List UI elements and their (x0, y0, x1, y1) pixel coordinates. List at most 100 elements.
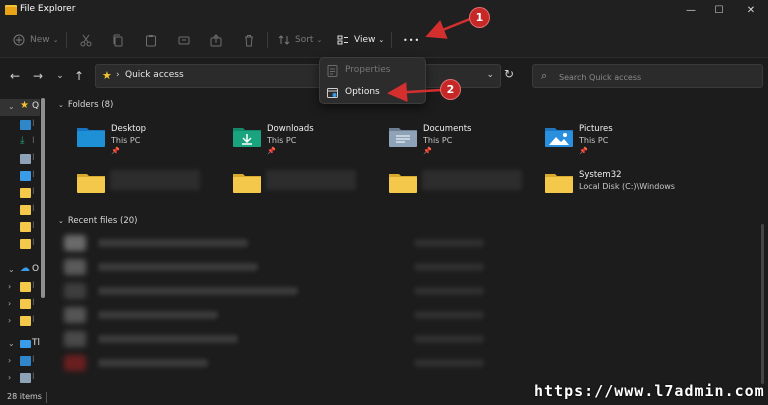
sidebar-item[interactable]: I (0, 151, 40, 168)
refresh-icon[interactable]: ↻ (504, 67, 514, 81)
file-icon (64, 355, 86, 371)
folder-tile-downloads[interactable]: Downloads This PC 📌 (232, 122, 382, 158)
redacted-location (414, 287, 484, 295)
folder-icon (20, 239, 31, 249)
list-item[interactable] (64, 330, 754, 348)
sidebar-item-label: I (32, 238, 35, 248)
desktop-icon (20, 356, 31, 366)
maximize-button[interactable]: ☐ (706, 2, 732, 19)
folder-location: Local Disk (C:)\Windows (579, 182, 675, 191)
divider (46, 392, 47, 403)
new-button[interactable]: New ⌄ (13, 32, 59, 48)
list-item[interactable] (64, 258, 754, 276)
menu-item-options[interactable]: Options (320, 82, 427, 104)
list-item[interactable] (64, 354, 754, 372)
chevron-down-icon[interactable]: ⌄ (486, 70, 494, 80)
chevron-right-icon[interactable]: › (8, 356, 11, 365)
sidebar-item[interactable]: › I (0, 279, 40, 296)
folder-icon (20, 188, 31, 198)
sort-button[interactable]: Sort ⌄ (278, 32, 322, 48)
chevron-right-icon[interactable]: › (116, 70, 120, 80)
chevron-right-icon[interactable]: › (8, 373, 11, 382)
new-label: New (30, 35, 50, 45)
chevron-right-icon[interactable]: › (8, 299, 11, 308)
sidebar-item-quick-access[interactable]: ⌄ ★ Q (0, 99, 40, 116)
chevron-down-icon[interactable]: ⌄ (8, 339, 15, 348)
view-icon (337, 35, 348, 45)
redacted-location (414, 311, 484, 319)
folder-tile-pictures[interactable]: Pictures This PC 📌 (544, 122, 694, 158)
paste-button[interactable] (145, 32, 157, 48)
divider (267, 32, 268, 48)
share-button[interactable] (210, 32, 222, 48)
properties-icon (327, 65, 338, 77)
view-label: View (354, 35, 376, 45)
folder-tile[interactable] (76, 168, 226, 204)
folder-tile[interactable] (388, 168, 538, 204)
folder-tile-system32[interactable]: System32 Local Disk (C:)\Windows (544, 168, 694, 204)
list-item[interactable] (64, 306, 754, 324)
redacted-folder-name (422, 170, 522, 190)
sidebar-item[interactable]: I (0, 117, 40, 134)
sidebar-item[interactable]: › I (0, 313, 40, 330)
file-icon (64, 307, 86, 323)
sidebar-item[interactable]: I (0, 236, 40, 253)
this-pc-icon (20, 340, 31, 348)
chevron-down-icon[interactable]: ⌄ (58, 217, 64, 225)
sort-icon (278, 35, 290, 45)
content-scrollbar[interactable] (761, 224, 764, 384)
folder-icon (20, 222, 31, 232)
sidebar-item[interactable]: › I (0, 353, 40, 370)
download-icon: ⤓ (20, 135, 25, 146)
sidebar-scrollbar[interactable] (41, 98, 45, 298)
recent-files-group-header[interactable]: ⌄ Recent files (20) (58, 216, 137, 226)
rename-button[interactable] (178, 32, 190, 48)
sidebar-item[interactable]: I (0, 185, 40, 202)
close-button[interactable]: ✕ (738, 2, 764, 19)
chevron-down-icon[interactable]: ⌄ (8, 102, 15, 111)
see-more-button[interactable]: ••• (403, 32, 420, 48)
list-item[interactable] (64, 282, 754, 300)
sidebar-item[interactable]: ⤓ I (0, 134, 40, 151)
sidebar-item[interactable]: › I (0, 296, 40, 313)
forward-arrow-icon[interactable]: → (29, 67, 47, 85)
sidebar-item[interactable]: › I (0, 370, 40, 387)
folder-tile-desktop[interactable]: Desktop This PC 📌 (76, 122, 226, 158)
delete-button[interactable] (243, 32, 255, 48)
sidebar-item[interactable]: I (0, 168, 40, 185)
chevron-right-icon[interactable]: › (8, 316, 11, 325)
folder-icon (20, 299, 31, 309)
sidebar-item-label: I (32, 170, 35, 180)
address-bar[interactable]: ★ › Quick access ⌄ (95, 64, 501, 88)
file-explorer-icon (5, 5, 17, 15)
folders-group-header[interactable]: ⌄ Folders (8) (58, 100, 113, 110)
copy-button[interactable] (112, 32, 124, 48)
folder-location: This PC (267, 136, 297, 145)
minimize-button[interactable]: — (678, 2, 704, 19)
search-box[interactable]: ⌕ (532, 64, 763, 88)
address-path[interactable]: Quick access (125, 70, 184, 80)
divider (66, 32, 67, 48)
cut-button[interactable] (80, 32, 92, 48)
recent-locations-chevron-icon[interactable]: ⌄ (51, 67, 69, 85)
folder-icon (20, 282, 31, 292)
back-arrow-icon[interactable]: ← (6, 67, 24, 85)
sidebar-item-this-pc[interactable]: ⌄ Tl (0, 336, 40, 353)
sidebar-item-onedrive[interactable]: ⌄ ☁ O (0, 262, 40, 279)
list-item[interactable] (64, 234, 754, 252)
chevron-right-icon[interactable]: › (8, 282, 11, 291)
folder-tile[interactable] (232, 168, 382, 204)
title-bar: File Explorer — ☐ ✕ (0, 0, 768, 22)
redacted-location (414, 239, 484, 247)
view-button[interactable]: View ⌄ (337, 32, 384, 48)
folder-tile-documents[interactable]: Documents This PC 📌 (388, 122, 538, 158)
sidebar-item[interactable]: I (0, 219, 40, 236)
sidebar-item-label: I (32, 355, 35, 365)
chevron-down-icon[interactable]: ⌄ (8, 265, 15, 274)
up-arrow-icon[interactable]: ↑ (70, 67, 88, 85)
menu-item-label: Properties (345, 65, 391, 75)
sidebar-item[interactable]: I (0, 202, 40, 219)
search-input[interactable] (559, 70, 759, 84)
folder-name: Desktop (111, 124, 147, 134)
chevron-down-icon[interactable]: ⌄ (58, 101, 64, 109)
